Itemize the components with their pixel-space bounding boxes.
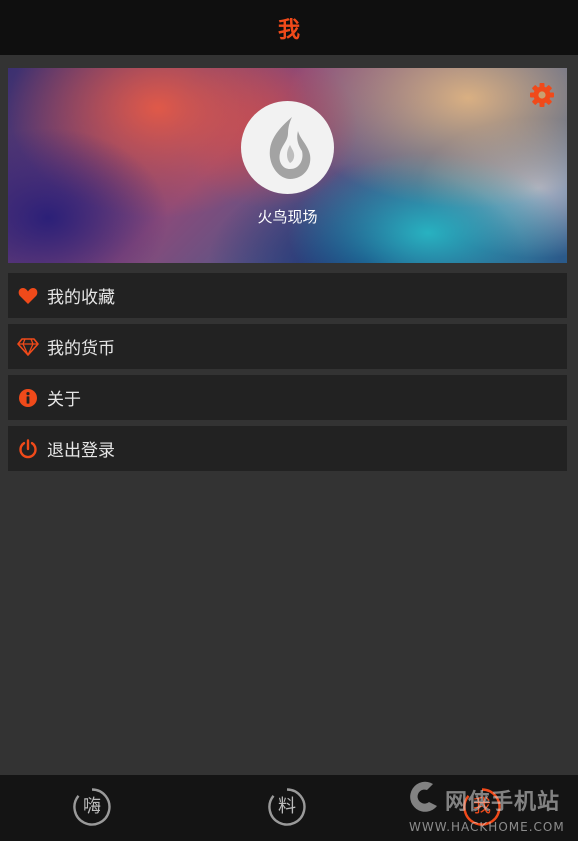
tab-hi[interactable]: 嗨 [72,787,112,827]
top-bar: 我 [0,0,578,55]
menu-label: 我的货币 [47,339,115,359]
info-icon [17,387,39,409]
tab-liao[interactable]: 料 [267,787,307,827]
gear-icon[interactable] [529,82,555,108]
watermark: 网侠手机站 WWW.HACKHOME.COM [405,780,575,840]
diamond-icon [17,336,39,358]
menu-item-favorites[interactable]: 我的收藏 [8,273,567,318]
menu-label: 我的收藏 [47,288,115,308]
menu-label: 关于 [47,390,81,410]
heart-icon [17,285,39,307]
watermark-logo-icon [410,781,437,812]
flame-logo-icon [269,116,310,179]
tab-label: 料 [278,796,296,817]
menu-item-about[interactable]: 关于 [8,375,567,420]
tab-label: 嗨 [83,796,101,817]
avatar[interactable] [241,101,334,194]
menu-item-logout[interactable]: 退出登录 [8,426,567,471]
username: 火鸟现场 [257,208,318,226]
power-icon [17,438,39,460]
watermark-title: 网侠手机站 [445,790,561,815]
page-title: 我 [277,17,300,43]
menu-item-currency[interactable]: 我的货币 [8,324,567,369]
profile-banner: 火鸟现场 [8,68,567,263]
watermark-url: WWW.HACKHOME.COM [409,820,565,834]
menu-label: 退出登录 [47,441,115,461]
